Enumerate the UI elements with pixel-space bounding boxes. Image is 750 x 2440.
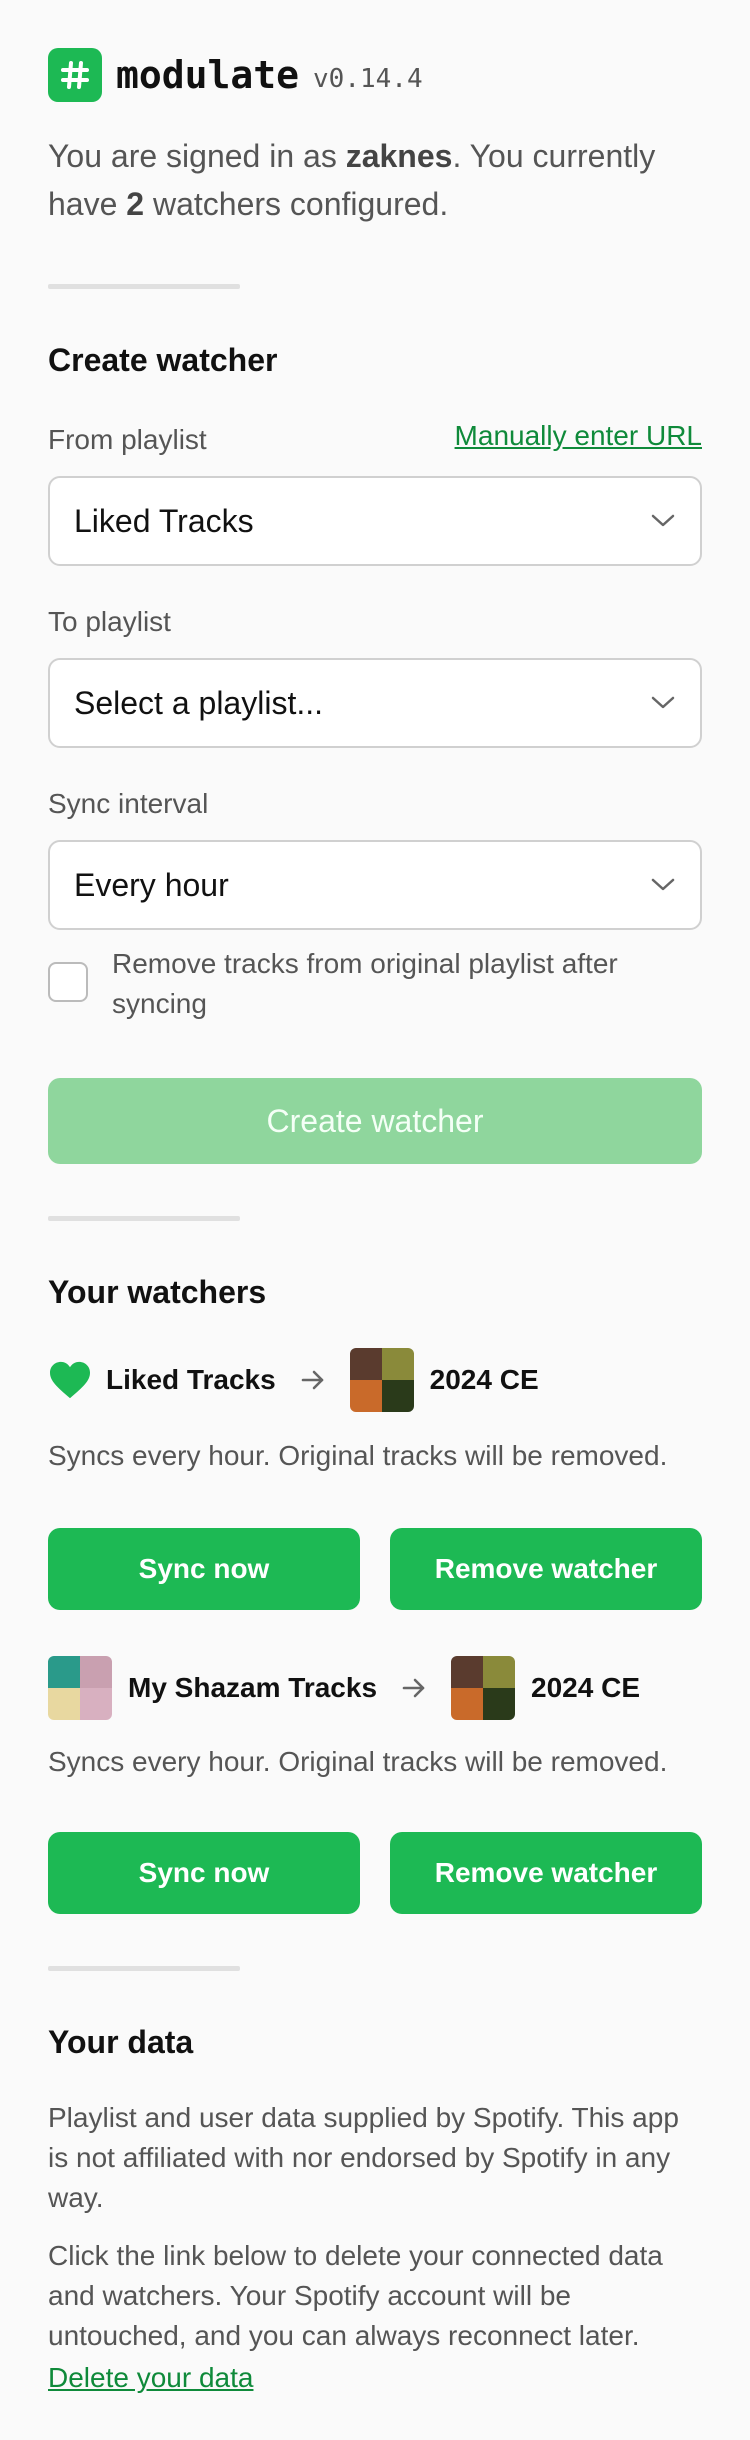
account-text: watchers configured. [144, 186, 449, 222]
your-watchers-heading: Your watchers [48, 1274, 267, 1310]
hash-icon [48, 48, 102, 102]
arrow-right-icon [401, 1677, 427, 1699]
data-deletion-info: Click the link below to delete your conn… [48, 2240, 663, 2351]
watcher-count: 2 [126, 186, 145, 222]
playlist-cover-image [349, 1348, 414, 1412]
divider [48, 284, 240, 289]
to-playlist-select[interactable]: Select a playlist... [48, 658, 702, 748]
your-data-heading: Your data [48, 2024, 194, 2060]
sync-interval-label: Sync interval [48, 788, 209, 819]
account-summary: You are signed in as zaknes. You current… [48, 132, 708, 228]
sync-now-button[interactable]: Sync now [48, 1528, 360, 1610]
watcher-source-name: My Shazam Tracks [128, 1672, 378, 1703]
arrow-right-icon [300, 1369, 326, 1391]
data-disclaimer: Playlist and user data supplied by Spoti… [48, 2102, 679, 2213]
watcher-target-name: 2024 CE [531, 1672, 640, 1703]
sync-interval-value: Every hour [74, 866, 229, 903]
sync-now-button[interactable]: Sync now [48, 1832, 360, 1914]
from-playlist-value: Liked Tracks [74, 502, 254, 539]
username: zaknes [345, 138, 453, 174]
manual-url-link[interactable]: Manually enter URL [455, 420, 702, 452]
watcher-description: Syncs every hour. Original tracks will b… [48, 1440, 668, 1471]
chevron-down-icon [651, 878, 675, 891]
chevron-down-icon [651, 696, 675, 709]
remove-tracks-label: Remove tracks from original playlist aft… [112, 948, 618, 1019]
app-header: modulate v0.14.4 [48, 48, 423, 102]
playlist-cover-image [451, 1656, 516, 1720]
divider [48, 1966, 240, 1971]
app-name: modulate [116, 53, 300, 97]
page: modulate v0.14.4 You are signed in as za… [0, 0, 750, 2440]
watcher-route: My Shazam Tracks 2024 CE [48, 1656, 640, 1720]
create-watcher-heading: Create watcher [48, 342, 278, 378]
chevron-down-icon [651, 514, 675, 527]
watcher-target-name: 2024 CE [429, 1364, 539, 1395]
watcher-description: Syncs every hour. Original tracks will b… [48, 1746, 668, 1777]
sync-interval-select[interactable]: Every hour [48, 840, 702, 930]
delete-data-link[interactable]: Delete your data [48, 2362, 253, 2394]
to-playlist-label: To playlist [48, 606, 171, 637]
remove-tracks-checkbox[interactable] [48, 962, 88, 1002]
watcher-route: Liked Tracks 2024 CE [48, 1348, 539, 1412]
to-playlist-value: Select a playlist... [74, 684, 323, 721]
playlist-cover-image [48, 1656, 112, 1720]
remove-watcher-button[interactable]: Remove watcher [390, 1832, 702, 1914]
remove-watcher-button[interactable]: Remove watcher [390, 1528, 702, 1610]
from-playlist-label: From playlist [48, 424, 207, 455]
heart-icon [50, 1361, 90, 1399]
account-text: You are signed in as [48, 138, 346, 174]
divider [48, 1216, 240, 1221]
from-playlist-select[interactable]: Liked Tracks [48, 476, 702, 566]
app-version: v0.14.4 [313, 64, 423, 94]
watcher-source-name: Liked Tracks [106, 1364, 276, 1395]
remove-tracks-option: Remove tracks from original playlist aft… [48, 944, 702, 1024]
create-watcher-button[interactable]: Create watcher [48, 1078, 702, 1164]
